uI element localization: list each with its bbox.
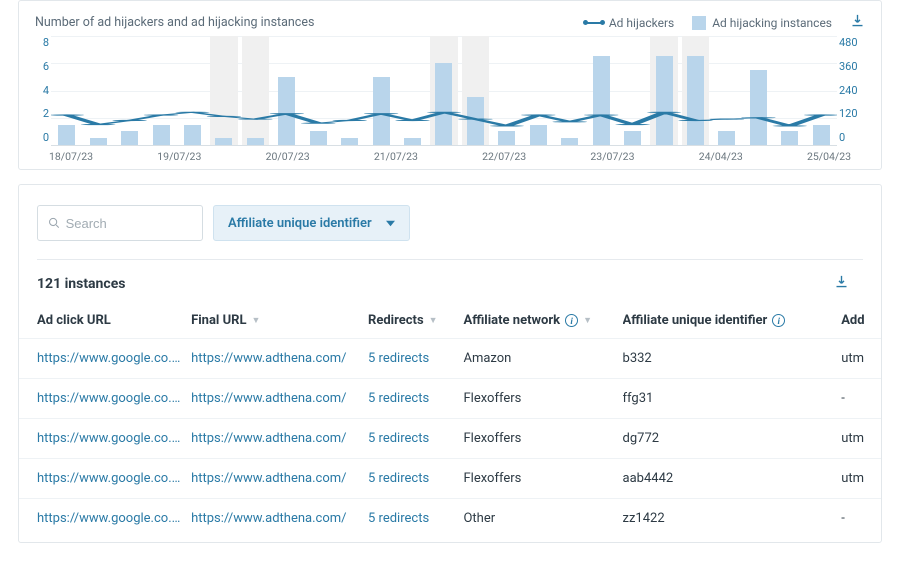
sort-icon: ▼ [583, 315, 592, 326]
table-header: Ad click URL Final URL▼ Redirects▼ Affil… [19, 303, 881, 338]
cell-final-url[interactable]: https://www.adthena.com/ [191, 431, 368, 446]
cell-redirects[interactable]: 5 redirects [368, 431, 463, 446]
cell-affiliate-network: Flexoffers [463, 471, 622, 486]
x-axis: 18/07/2319/07/2320/07/2321/07/2322/07/23… [49, 150, 851, 163]
col-ad-click-url[interactable]: Ad click URL [37, 313, 191, 328]
chart-plot[interactable] [51, 36, 837, 146]
cell-final-url[interactable]: https://www.adthena.com/ [191, 471, 368, 486]
table-row[interactable]: https://www.google.co.ukhttps://www.adth… [19, 418, 881, 458]
col-affiliate-network[interactable]: Affiliate networki▼ [463, 313, 622, 328]
chart-card: Number of ad hijackers and ad hijacking … [18, 0, 882, 170]
search-input[interactable] [37, 205, 203, 241]
table-row[interactable]: https://www.google.co.ukhttps://www.adth… [19, 338, 881, 378]
cell-redirects[interactable]: 5 redirects [368, 391, 463, 406]
cell-add: utm [841, 431, 881, 446]
table-row[interactable]: https://www.google.co.ukhttps://www.adth… [19, 498, 881, 538]
cell-final-url[interactable]: https://www.adthena.com/ [191, 351, 368, 366]
cell-affiliate-network: Flexoffers [463, 431, 622, 446]
cell-ad-click-url[interactable]: https://www.google.co.uk [37, 471, 191, 486]
cell-final-url[interactable]: https://www.adthena.com/ [191, 511, 368, 526]
col-final-url[interactable]: Final URL▼ [191, 313, 368, 328]
y-axis-right: 4803602401200 [839, 36, 865, 146]
chart-legend: Ad hijackers Ad hijacking instances [585, 16, 832, 30]
col-add[interactable]: Add [841, 313, 881, 328]
info-icon[interactable]: i [565, 314, 578, 327]
sort-icon: ▼ [429, 315, 438, 326]
cell-redirects[interactable]: 5 redirects [368, 351, 463, 366]
table-row[interactable]: https://www.google.co.ukhttps://www.adth… [19, 378, 881, 418]
sort-icon: ▼ [252, 315, 261, 326]
cell-affiliate-network: Flexoffers [463, 391, 622, 406]
cell-add: - [841, 391, 881, 406]
instance-count: 121 instances [37, 276, 125, 292]
table-card: Affiliate unique identifier 121 instance… [18, 184, 882, 543]
cell-affiliate-uid: aab4442 [623, 471, 842, 486]
download-icon[interactable] [834, 274, 849, 293]
cell-ad-click-url[interactable]: https://www.google.co.uk [37, 391, 191, 406]
cell-add: utm [841, 351, 881, 366]
legend-bars: Ad hijacking instances [692, 16, 832, 30]
col-redirects[interactable]: Redirects▼ [368, 313, 463, 328]
chevron-down-icon [386, 219, 395, 228]
y-axis-left: 86420 [35, 36, 49, 146]
cell-affiliate-network: Other [463, 511, 622, 526]
cell-affiliate-network: Amazon [463, 351, 622, 366]
chart-body: 86420 4803602401200 [35, 36, 865, 146]
cell-affiliate-uid: zz1422 [623, 511, 842, 526]
filter-dropdown[interactable]: Affiliate unique identifier [213, 205, 410, 241]
cell-ad-click-url[interactable]: https://www.google.co.uk [37, 511, 191, 526]
cell-ad-click-url[interactable]: https://www.google.co.uk [37, 351, 191, 366]
info-icon[interactable]: i [772, 314, 785, 327]
download-icon[interactable] [850, 13, 865, 32]
cell-redirects[interactable]: 5 redirects [368, 511, 463, 526]
cell-ad-click-url[interactable]: https://www.google.co.uk [37, 431, 191, 446]
cell-redirects[interactable]: 5 redirects [368, 471, 463, 486]
cell-affiliate-uid: ffg31 [623, 391, 842, 406]
cell-add: utm [841, 471, 881, 486]
cell-affiliate-uid: dg772 [623, 431, 842, 446]
table-row[interactable]: https://www.google.co.ukhttps://www.adth… [19, 458, 881, 498]
legend-line: Ad hijackers [585, 16, 674, 30]
cell-final-url[interactable]: https://www.adthena.com/ [191, 391, 368, 406]
cell-add: - [841, 511, 881, 526]
chart-title: Number of ad hijackers and ad hijacking … [35, 15, 585, 30]
col-affiliate-uid[interactable]: Affiliate unique identifieri [623, 313, 842, 328]
cell-affiliate-uid: b332 [623, 351, 842, 366]
